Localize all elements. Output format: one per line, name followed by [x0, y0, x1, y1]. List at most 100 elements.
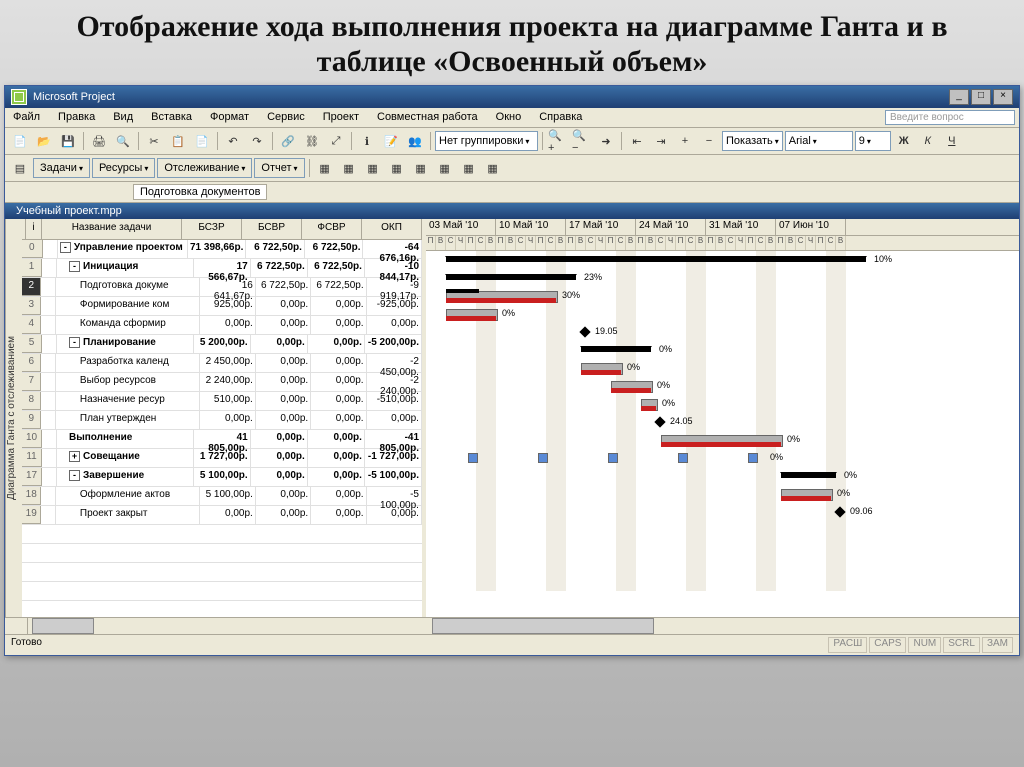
horizontal-scrollbar[interactable]: [5, 617, 1019, 634]
resources-chip[interactable]: Ресурсы: [92, 158, 155, 178]
table-row[interactable]: 7Выбор ресурсов2 240,00р.0,00р.0,00р.-2 …: [22, 373, 422, 392]
table-row[interactable]: 2Подготовка докуме16 641,67р.6 722,50р.6…: [22, 278, 422, 297]
save-icon[interactable]: 💾: [57, 130, 79, 152]
col-name[interactable]: Название задачи: [42, 219, 182, 239]
notes-icon[interactable]: 📝: [380, 130, 402, 152]
v4-icon[interactable]: ▦: [386, 157, 408, 179]
gantt-row[interactable]: 0%: [426, 377, 1019, 395]
tracking-chip[interactable]: Отслеживание: [157, 158, 252, 178]
gantt-row[interactable]: 0%: [426, 431, 1019, 449]
info-icon[interactable]: ℹ: [356, 130, 378, 152]
bold-button[interactable]: Ж: [893, 130, 915, 152]
v7-icon[interactable]: ▦: [458, 157, 480, 179]
paste-icon[interactable]: 📄: [191, 130, 213, 152]
col-fsvr[interactable]: ФСВР: [302, 219, 362, 239]
menu-project[interactable]: Проект: [319, 110, 363, 125]
gantt-row[interactable]: 0%: [426, 485, 1019, 503]
table-row[interactable]: 18Оформление актов5 100,00р.0,00р.0,00р.…: [22, 487, 422, 506]
grid-body[interactable]: 0-Управление проектом71 398,66р.6 722,50…: [22, 240, 422, 525]
underline-button[interactable]: Ч: [941, 130, 963, 152]
table-row[interactable]: 3Формирование ком925,00р.0,00р.0,00р.-92…: [22, 297, 422, 316]
menu-insert[interactable]: Вставка: [147, 110, 196, 125]
menu-tools[interactable]: Сервис: [263, 110, 309, 125]
gantt-row[interactable]: 0%: [426, 359, 1019, 377]
font-size-combo[interactable]: 9: [855, 131, 891, 151]
menu-window[interactable]: Окно: [492, 110, 526, 125]
gantt-row[interactable]: 10%: [426, 251, 1019, 269]
table-row[interactable]: 19Проект закрыт0,00р.0,00р.0,00р.0,00р.: [22, 506, 422, 525]
gantt-row[interactable]: 0%: [426, 305, 1019, 323]
zoom-in-icon[interactable]: 🔍+: [547, 130, 569, 152]
status-caps: CAPS: [869, 637, 906, 653]
v8-icon[interactable]: ▦: [482, 157, 504, 179]
cut-icon[interactable]: ✂: [143, 130, 165, 152]
goto-icon[interactable]: ➜: [595, 130, 617, 152]
split-icon[interactable]: ⤢: [325, 130, 347, 152]
table-row[interactable]: 1-Инициация17 566,67р.6 722,50р.6 722,50…: [22, 259, 422, 278]
minimize-button[interactable]: _: [949, 89, 969, 105]
col-info[interactable]: i: [26, 219, 42, 239]
view-tab-vertical[interactable]: Диаграмма Ганта с отслеживанием: [5, 219, 22, 617]
table-row[interactable]: 8Назначение ресур510,00р.0,00р.0,00р.-51…: [22, 392, 422, 411]
guide-icon[interactable]: ▤: [9, 157, 31, 179]
gantt-row[interactable]: 30%: [426, 287, 1019, 305]
gantt-row[interactable]: 23%: [426, 269, 1019, 287]
v2-icon[interactable]: ▦: [338, 157, 360, 179]
menu-edit[interactable]: Правка: [54, 110, 99, 125]
plus-icon[interactable]: +: [674, 130, 696, 152]
col-bsvr[interactable]: БСВР: [242, 219, 302, 239]
v6-icon[interactable]: ▦: [434, 157, 456, 179]
table-row[interactable]: 9План утвержден0,00р.0,00р.0,00р.0,00р.: [22, 411, 422, 430]
gantt-chart[interactable]: 03 Май '1010 Май '1017 Май '1024 Май '10…: [426, 219, 1019, 617]
redo-icon[interactable]: ↷: [246, 130, 268, 152]
menu-help[interactable]: Справка: [535, 110, 586, 125]
tasks-chip[interactable]: Задачи: [33, 158, 90, 178]
table-row[interactable]: 0-Управление проектом71 398,66р.6 722,50…: [22, 240, 422, 259]
menu-file[interactable]: Файл: [9, 110, 44, 125]
new-icon[interactable]: 📄: [9, 130, 31, 152]
outdent-icon[interactable]: ⇤: [626, 130, 648, 152]
table-row[interactable]: 17-Завершение5 100,00р.0,00р.0,00р.-5 10…: [22, 468, 422, 487]
col-okp[interactable]: ОКП: [362, 219, 422, 239]
gantt-row[interactable]: 0%: [426, 467, 1019, 485]
zoom-out-icon[interactable]: 🔍−: [571, 130, 593, 152]
preview-icon[interactable]: 🔍: [112, 130, 134, 152]
minus-icon[interactable]: −: [698, 130, 720, 152]
table-row[interactable]: 10Выполнение41 805,00р.0,00р.0,00р.-41 8…: [22, 430, 422, 449]
table-row[interactable]: 11+Совещание1 727,00р.0,00р.0,00р.-1 727…: [22, 449, 422, 468]
close-button[interactable]: ×: [993, 89, 1013, 105]
print-icon[interactable]: 🖨: [88, 130, 110, 152]
menu-view[interactable]: Вид: [109, 110, 137, 125]
copy-icon[interactable]: 📋: [167, 130, 189, 152]
assign-icon[interactable]: 👥: [404, 130, 426, 152]
help-search-input[interactable]: Введите вопрос: [885, 110, 1015, 125]
col-bszr[interactable]: БСЗР: [182, 219, 242, 239]
gantt-row[interactable]: 0%: [426, 449, 1019, 467]
cell-content[interactable]: Подготовка документов: [133, 184, 267, 200]
open-icon[interactable]: 📂: [33, 130, 55, 152]
titlebar[interactable]: Microsoft Project _ □ ×: [5, 86, 1019, 108]
table-row[interactable]: 4Команда сформир0,00р.0,00р.0,00р.0,00р.: [22, 316, 422, 335]
gantt-row[interactable]: 0%: [426, 341, 1019, 359]
v1-icon[interactable]: ▦: [314, 157, 336, 179]
menu-collab[interactable]: Совместная работа: [373, 110, 482, 125]
maximize-button[interactable]: □: [971, 89, 991, 105]
table-row[interactable]: 5-Планирование5 200,00р.0,00р.0,00р.-5 2…: [22, 335, 422, 354]
undo-icon[interactable]: ↶: [222, 130, 244, 152]
report-chip[interactable]: Отчет: [254, 158, 304, 178]
italic-button[interactable]: К: [917, 130, 939, 152]
gantt-row[interactable]: 24.05: [426, 413, 1019, 431]
unlink-icon[interactable]: ⛓: [301, 130, 323, 152]
gantt-row[interactable]: 19.05: [426, 323, 1019, 341]
indent-icon[interactable]: ⇥: [650, 130, 672, 152]
link-icon[interactable]: 🔗: [277, 130, 299, 152]
v5-icon[interactable]: ▦: [410, 157, 432, 179]
show-button[interactable]: Показать: [722, 131, 783, 151]
grouping-combo[interactable]: Нет группировки: [435, 131, 538, 151]
table-row[interactable]: 6Разработка календ2 450,00р.0,00р.0,00р.…: [22, 354, 422, 373]
menu-format[interactable]: Формат: [206, 110, 253, 125]
v3-icon[interactable]: ▦: [362, 157, 384, 179]
gantt-row[interactable]: 09.06: [426, 503, 1019, 521]
gantt-row[interactable]: 0%: [426, 395, 1019, 413]
font-combo[interactable]: Arial: [785, 131, 853, 151]
